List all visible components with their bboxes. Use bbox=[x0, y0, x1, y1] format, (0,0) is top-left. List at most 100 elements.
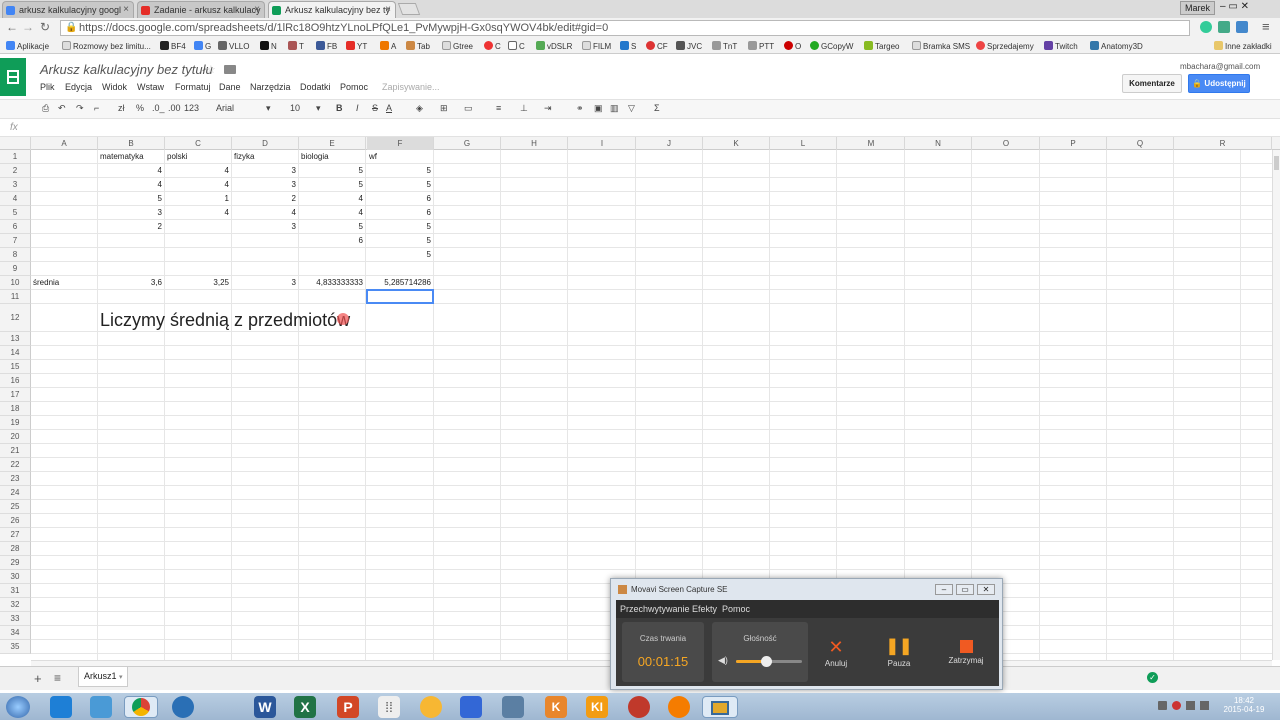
excel-icon[interactable]: X bbox=[294, 696, 316, 718]
row-header-32[interactable]: 32 bbox=[0, 598, 31, 612]
cell-f2[interactable]: 5 bbox=[369, 164, 431, 178]
valign-icon[interactable]: ⊥ bbox=[520, 103, 528, 114]
chevron-down-icon[interactable]: ▾ bbox=[266, 103, 271, 114]
menu-capture[interactable]: Przechwytywanie bbox=[620, 604, 690, 614]
row-header-18[interactable]: 18 bbox=[0, 402, 31, 416]
clock[interactable]: 18:42 2015-04-19 bbox=[1222, 696, 1266, 714]
select-all-corner[interactable] bbox=[0, 137, 31, 150]
pause-button[interactable]: ❚❚ Pauza bbox=[884, 638, 914, 668]
cell-e1[interactable]: biologia bbox=[301, 150, 363, 164]
browser-tab-1[interactable]: arkusz kalkulacyjny googl × bbox=[2, 1, 134, 18]
column-header-l[interactable]: L bbox=[770, 137, 837, 150]
apps-grid-icon[interactable]: ⁞⁞ bbox=[378, 696, 400, 718]
paint-format-icon[interactable]: ⌐ bbox=[94, 103, 99, 113]
bookmark[interactable]: Bramka SMS bbox=[912, 41, 970, 51]
menu-help[interactable]: Pomoc bbox=[340, 82, 368, 92]
other-bookmarks[interactable]: Inne zakładki bbox=[1214, 41, 1272, 51]
document-title[interactable]: Arkusz kalkulacyjny bez tytułu bbox=[40, 62, 213, 77]
row-header-35[interactable]: 35 bbox=[0, 640, 31, 654]
network-icon[interactable] bbox=[1186, 701, 1195, 710]
app-icon[interactable] bbox=[628, 696, 650, 718]
font-dropdown[interactable]: Arial bbox=[216, 103, 234, 113]
chevron-down-icon[interactable]: ▾ bbox=[316, 103, 321, 114]
app-icon[interactable]: K bbox=[545, 696, 567, 718]
bookmark[interactable]: GCopyW bbox=[810, 41, 853, 51]
fill-color-icon[interactable]: ◈ bbox=[416, 103, 423, 114]
cell-d2[interactable]: 3 bbox=[234, 164, 296, 178]
bookmark[interactable]: Anatomy3D bbox=[1090, 41, 1143, 51]
reload-icon[interactable]: ↻ bbox=[40, 20, 50, 34]
column-header-r[interactable]: R bbox=[1174, 137, 1272, 150]
sheets-logo-icon[interactable] bbox=[0, 58, 26, 96]
bookmark[interactable]: C bbox=[508, 41, 525, 51]
browser-tab-3[interactable]: Arkusz kalkulacyjny bez ty × bbox=[268, 1, 396, 18]
chart-icon[interactable]: ▥ bbox=[610, 103, 619, 114]
row-header-23[interactable]: 23 bbox=[0, 472, 31, 486]
row-header-24[interactable]: 24 bbox=[0, 486, 31, 500]
bookmark[interactable]: PTT bbox=[748, 41, 774, 51]
cell-f5[interactable]: 6 bbox=[369, 206, 431, 220]
menu-edit[interactable]: Edycja bbox=[65, 82, 92, 92]
row-header-17[interactable]: 17 bbox=[0, 388, 31, 402]
row-header-20[interactable]: 20 bbox=[0, 430, 31, 444]
row-header-28[interactable]: 28 bbox=[0, 542, 31, 556]
bookmark[interactable]: TnT bbox=[712, 41, 737, 51]
cell-d10[interactable]: 3 bbox=[234, 276, 296, 290]
cell-e4[interactable]: 4 bbox=[301, 192, 363, 206]
tray-icon[interactable] bbox=[1158, 701, 1167, 710]
wrap-icon[interactable]: ⇥ bbox=[544, 103, 552, 114]
column-header-q[interactable]: Q bbox=[1107, 137, 1174, 150]
bookmark[interactable]: vDSLR bbox=[536, 41, 572, 51]
menu-icon[interactable]: ≡ bbox=[1262, 19, 1270, 34]
star-icon[interactable]: ☆ bbox=[206, 63, 216, 76]
menu-tools[interactable]: Narzędzia bbox=[250, 82, 291, 92]
cell-c5[interactable]: 4 bbox=[167, 206, 229, 220]
bookmark[interactable]: BF4 bbox=[160, 41, 186, 51]
bookmark[interactable]: Twitch bbox=[1044, 41, 1078, 51]
row-header-31[interactable]: 31 bbox=[0, 584, 31, 598]
sheet-list-icon[interactable]: ≡ bbox=[54, 671, 61, 685]
bookmark[interactable]: Rozmowy bez limitu... bbox=[62, 41, 151, 51]
column-header-n[interactable]: N bbox=[905, 137, 972, 150]
cell-b3[interactable]: 4 bbox=[100, 178, 162, 192]
row-header-8[interactable]: 8 bbox=[0, 248, 31, 262]
menu-view[interactable]: Widok bbox=[102, 82, 127, 92]
row-header-22[interactable]: 22 bbox=[0, 458, 31, 472]
cell-c1[interactable]: polski bbox=[167, 150, 229, 164]
stop-button[interactable]: Zatrzymaj bbox=[941, 638, 991, 665]
column-header-i[interactable]: I bbox=[569, 137, 636, 150]
italic-button[interactable]: I bbox=[356, 103, 359, 113]
cell-d1[interactable]: fizyka bbox=[234, 150, 296, 164]
column-header-a[interactable]: A bbox=[31, 137, 98, 150]
cell-c4[interactable]: 1 bbox=[167, 192, 229, 206]
row-header-13[interactable]: 13 bbox=[0, 332, 31, 346]
app-icon[interactable] bbox=[420, 696, 442, 718]
add-sheet-icon[interactable]: + bbox=[34, 671, 42, 686]
cell-c3[interactable]: 4 bbox=[167, 178, 229, 192]
row-header-4[interactable]: 4 bbox=[0, 192, 31, 206]
redo-icon[interactable]: ↷ bbox=[76, 103, 84, 114]
sheet-tab-arkusz1[interactable]: Arkusz1 ▾ bbox=[78, 667, 128, 687]
cell-f4[interactable]: 6 bbox=[369, 192, 431, 206]
cell-f8[interactable]: 5 bbox=[369, 248, 431, 262]
row-header-14[interactable]: 14 bbox=[0, 346, 31, 360]
menu-addons[interactable]: Dodatki bbox=[300, 82, 331, 92]
row-header-1[interactable]: 1 bbox=[0, 150, 31, 164]
app-icon[interactable] bbox=[172, 696, 194, 718]
row-header-26[interactable]: 26 bbox=[0, 514, 31, 528]
volume-knob[interactable] bbox=[760, 656, 772, 667]
column-header-o[interactable]: O bbox=[973, 137, 1040, 150]
cell-b2[interactable]: 4 bbox=[100, 164, 162, 178]
column-header-e[interactable]: E bbox=[299, 137, 366, 150]
close-icon[interactable]: × bbox=[123, 4, 129, 15]
cell-d6[interactable]: 3 bbox=[234, 220, 296, 234]
explorer-icon[interactable] bbox=[90, 696, 112, 718]
row-header-27[interactable]: 27 bbox=[0, 528, 31, 542]
column-header-g[interactable]: G bbox=[434, 137, 501, 150]
menu-data[interactable]: Dane bbox=[219, 82, 241, 92]
menu-format[interactable]: Formatuj bbox=[175, 82, 211, 92]
column-header-f[interactable]: F bbox=[367, 137, 434, 150]
row-header-21[interactable]: 21 bbox=[0, 444, 31, 458]
minimize-button[interactable]: ‒ bbox=[935, 584, 953, 595]
powerpoint-icon[interactable]: P bbox=[337, 696, 359, 718]
